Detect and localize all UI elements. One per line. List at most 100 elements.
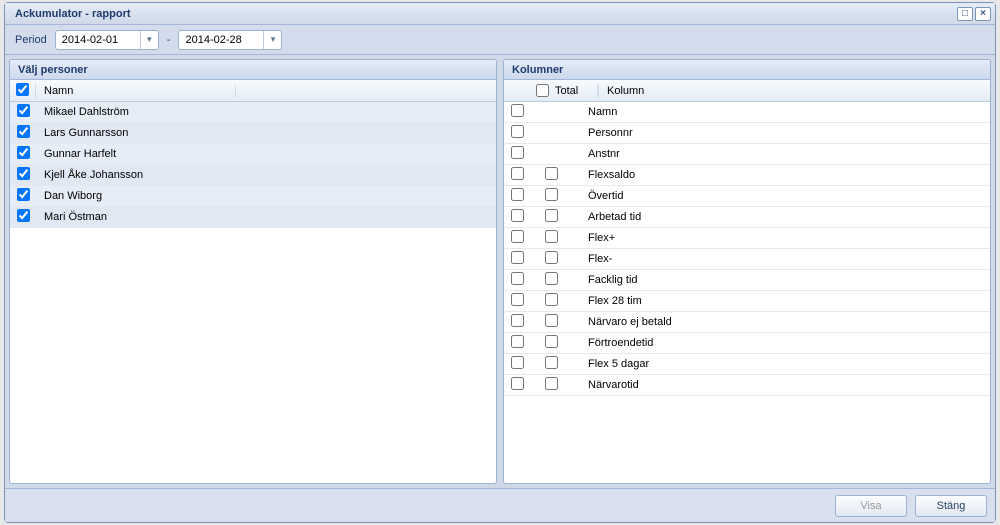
visa-button[interactable]: Visa [835,495,907,517]
column-row[interactable]: Personnr [504,123,990,144]
period-toolbar: Period ▾ - ▾ [5,25,995,55]
columns-kolumn-header[interactable]: Kolumn [598,85,990,97]
person-row[interactable]: Gunnar Harfelt [10,144,496,165]
column-total-checkbox[interactable] [545,209,558,222]
date-range-separator: - [167,34,171,46]
column-row[interactable]: Förtroendetid [504,333,990,354]
column-row[interactable]: Flex 28 tim [504,291,990,312]
column-total-checkbox[interactable] [545,272,558,285]
column-label: Flex+ [572,232,990,244]
maximize-button[interactable]: □ [957,7,973,21]
column-include-checkbox[interactable] [511,230,524,243]
person-name: Mari Östman [36,211,236,223]
column-include-checkbox[interactable] [511,377,524,390]
date-from-trigger-icon[interactable]: ▾ [140,31,158,49]
person-row[interactable]: Mari Östman [10,207,496,228]
person-checkbox[interactable] [17,125,30,138]
column-row[interactable]: Flex- [504,249,990,270]
column-label: Facklig tid [572,274,990,286]
column-include-checkbox[interactable] [511,272,524,285]
columns-grid-body: Namn Personnr Anstnr Flexsaldo Övertid Arbeta… [504,102,990,483]
column-include-checkbox[interactable] [511,335,524,348]
column-row[interactable]: Närvaro ej betald [504,312,990,333]
column-include-checkbox[interactable] [511,167,524,180]
persons-grid-header: Namn [10,80,496,102]
column-label: Flexsaldo [572,169,990,181]
date-from-field[interactable]: ▾ [55,30,159,50]
column-row[interactable]: Flex 5 dagar [504,354,990,375]
period-label: Period [15,34,47,46]
person-row[interactable]: Dan Wiborg [10,186,496,207]
column-include-checkbox[interactable] [511,125,524,138]
person-checkbox[interactable] [17,146,30,159]
column-total-checkbox[interactable] [545,314,558,327]
report-window: Ackumulator - rapport □ × Period ▾ - ▾ V… [4,2,996,523]
person-name: Gunnar Harfelt [36,148,236,160]
column-label: Arbetad tid [572,211,990,223]
stang-button[interactable]: Stäng [915,495,987,517]
columns-total-header-checkbox[interactable] [536,84,549,97]
column-row[interactable]: Närvarotid [504,375,990,396]
titlebar: Ackumulator - rapport □ × [5,3,995,25]
column-label: Flex- [572,253,990,265]
person-row[interactable]: Kjell Åke Johansson [10,165,496,186]
column-total-checkbox[interactable] [545,188,558,201]
column-include-checkbox[interactable] [511,209,524,222]
column-row[interactable]: Namn [504,102,990,123]
person-checkbox[interactable] [17,104,30,117]
column-include-checkbox[interactable] [511,293,524,306]
close-button[interactable]: × [975,7,991,21]
column-total-checkbox[interactable] [545,335,558,348]
persons-name-column-header[interactable]: Namn [36,85,236,97]
column-label: Flex 5 dagar [572,358,990,370]
date-to-trigger-icon[interactable]: ▾ [263,31,281,49]
column-row[interactable]: Flexsaldo [504,165,990,186]
column-label: Anstnr [572,148,990,160]
column-row[interactable]: Flex+ [504,228,990,249]
person-name: Dan Wiborg [36,190,236,202]
column-label: Närvaro ej betald [572,316,990,328]
column-include-checkbox[interactable] [511,104,524,117]
footer: Visa Stäng [5,488,995,522]
column-total-checkbox[interactable] [545,293,558,306]
person-checkbox[interactable] [17,209,30,222]
column-total-checkbox[interactable] [545,377,558,390]
person-name: Mikael Dahlström [36,106,236,118]
date-to-field[interactable]: ▾ [178,30,282,50]
date-to-input[interactable] [185,34,263,46]
column-label: Närvarotid [572,379,990,391]
column-row[interactable]: Arbetad tid [504,207,990,228]
column-include-checkbox[interactable] [511,314,524,327]
person-name: Kjell Åke Johansson [36,169,236,181]
persons-select-all-checkbox[interactable] [16,83,29,96]
person-checkbox[interactable] [17,167,30,180]
column-row[interactable]: Facklig tid [504,270,990,291]
column-include-checkbox[interactable] [511,188,524,201]
column-total-checkbox[interactable] [545,356,558,369]
persons-panel: Välj personer Namn Mikael Dahlström Lars … [9,59,497,484]
column-include-checkbox[interactable] [511,251,524,264]
column-label: Förtroendetid [572,337,990,349]
body: Välj personer Namn Mikael Dahlström Lars … [5,55,995,488]
column-label: Namn [572,106,990,118]
person-checkbox[interactable] [17,188,30,201]
column-include-checkbox[interactable] [511,356,524,369]
column-include-checkbox[interactable] [511,146,524,159]
persons-panel-header: Välj personer [10,60,496,80]
persons-grid-body: Mikael Dahlström Lars Gunnarsson Gunnar Ha… [10,102,496,483]
column-total-checkbox[interactable] [545,230,558,243]
column-label: Flex 28 tim [572,295,990,307]
column-total-checkbox[interactable] [545,167,558,180]
person-name: Lars Gunnarsson [36,127,236,139]
column-total-checkbox[interactable] [545,251,558,264]
persons-select-all-cell [10,83,36,99]
column-row[interactable]: Övertid [504,186,990,207]
date-from-input[interactable] [62,34,140,46]
column-row[interactable]: Anstnr [504,144,990,165]
columns-total-header-label: Total [555,85,578,97]
column-label: Personnr [572,127,990,139]
columns-total-header[interactable]: Total [530,84,598,97]
person-row[interactable]: Lars Gunnarsson [10,123,496,144]
person-row[interactable]: Mikael Dahlström [10,102,496,123]
columns-grid-header: Total Kolumn [504,80,990,102]
